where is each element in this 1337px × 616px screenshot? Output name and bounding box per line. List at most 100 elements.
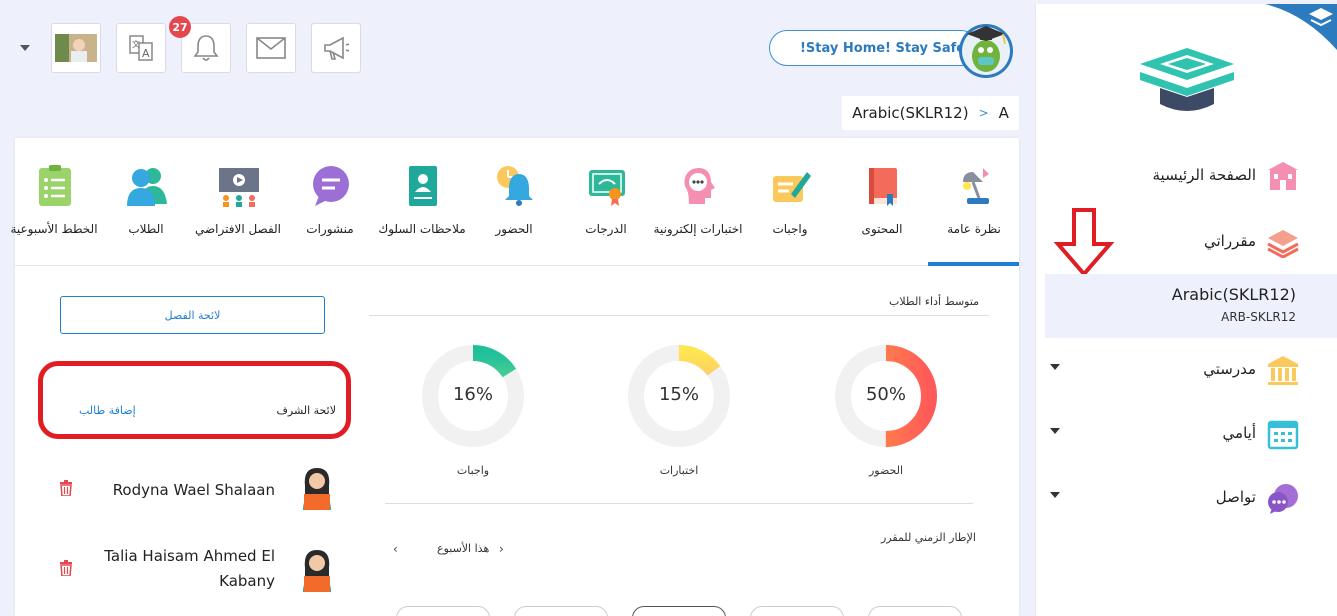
expand-caret-icon[interactable]: [1050, 428, 1060, 434]
mascot-avatar-icon[interactable]: [953, 20, 1015, 80]
sidebar-item-label: أيامي: [1222, 424, 1256, 442]
envelope-icon: [256, 37, 286, 59]
expand-caret-icon[interactable]: [1050, 364, 1060, 370]
announcements-button[interactable]: [311, 23, 361, 73]
school-icon: [1268, 356, 1298, 385]
student-row: Talia Haisam Ahmed El Kabany: [45, 526, 345, 596]
corner-logo-tag-icon: [1265, 4, 1337, 50]
translate-icon: A 文: [129, 35, 153, 61]
tab-behavior-notes[interactable]: ملاحظات السلوك: [376, 160, 468, 260]
attendance-donut: 50%: [834, 344, 938, 448]
class-list-button[interactable]: لائحة الفصل: [60, 296, 325, 334]
student-name[interactable]: Rodyna Wael Shalaan: [75, 478, 275, 503]
sidebar-item-label: مقرراتي: [1204, 232, 1256, 250]
tab-grades[interactable]: الدرجات: [560, 160, 652, 260]
expand-caret-icon[interactable]: [1050, 492, 1060, 498]
breadcrumb: Arabic(SKLR12) > A: [842, 96, 1019, 130]
course-name: Arabic(SKLR12): [1171, 285, 1296, 304]
tab-attendance[interactable]: الحضور: [468, 160, 560, 260]
behavior-notes-icon: [409, 166, 437, 206]
week-navigator: ‹ هذا الأسبوع ›: [393, 542, 513, 558]
timeline-pill[interactable]: [514, 606, 608, 616]
timeline-pill[interactable]: [868, 606, 962, 616]
timeline-pill-active[interactable]: [632, 606, 726, 616]
homework-donut: 16%: [421, 344, 525, 448]
profile-menu-caret-icon[interactable]: [20, 45, 30, 51]
quizzes-donut: 15%: [627, 344, 731, 448]
timeline-pill[interactable]: [396, 606, 490, 616]
sidebar-item-label: الصفحة الرئيسية: [1152, 166, 1257, 184]
metric-value: 16%: [452, 384, 493, 405]
sidebar-item-home[interactable]: الصفحة الرئيسية: [1036, 156, 1337, 196]
student-avatar-icon: [303, 550, 331, 592]
tab-weekly-plans[interactable]: الخطط الأسبوعية: [8, 160, 100, 260]
sidebar-course-arabic[interactable]: Arabic(SKLR12) ARB-SKLR12: [1045, 274, 1337, 338]
prev-week-chevron-icon[interactable]: ‹: [393, 542, 398, 556]
tab-quizzes[interactable]: اختبارات إلكترونية: [652, 160, 744, 260]
course-code: ARB-SKLR12: [1221, 310, 1296, 324]
delete-trash-icon[interactable]: [59, 560, 73, 576]
student-row: Rodyna Wael Shalaan: [45, 458, 345, 518]
certificate-icon: [589, 170, 625, 206]
breadcrumb-separator: >: [978, 106, 989, 120]
weekly-plan-icon: [39, 165, 71, 206]
brand-logo-icon[interactable]: [1132, 44, 1242, 116]
performance-divider: [369, 315, 989, 316]
tab-homework[interactable]: واجبات: [744, 160, 836, 260]
honor-list-box: إضافة طالب لائحة الشرف: [38, 361, 351, 439]
active-tab-indicator: [928, 262, 1019, 266]
stay-home-banner[interactable]: !Stay Home! Stay Safe: [769, 30, 979, 66]
messages-button[interactable]: [246, 23, 296, 73]
sidebar-item-my-school[interactable]: مدرستي: [1036, 350, 1337, 390]
quiz-head-icon: [684, 168, 715, 204]
attendance-bell-icon: [497, 166, 533, 206]
sidebar-item-my-days[interactable]: أيامي: [1036, 414, 1337, 454]
breadcrumb-section[interactable]: A: [999, 104, 1009, 122]
week-label: هذا الأسبوع: [437, 542, 490, 555]
chat-bubble-icon: [1268, 484, 1298, 514]
tab-label: الخطط الأسبوعية: [10, 222, 98, 236]
metric-label: واجبات: [456, 464, 490, 477]
metric-label: اختبارات: [659, 464, 699, 477]
tab-virtual-class[interactable]: الفصل الافتراضي: [192, 160, 284, 260]
course-tabs: نظرة عامة المحتوى واجبات اختبارات إلكترو…: [10, 138, 1020, 266]
tab-overview[interactable]: نظرة عامة: [928, 160, 1020, 260]
tab-posts[interactable]: منشورات: [284, 160, 376, 260]
section-divider: [385, 503, 973, 504]
lamp-overview-icon: [963, 168, 989, 204]
tab-students[interactable]: الطلاب: [100, 160, 192, 260]
book-content-icon: [869, 168, 897, 206]
language-button[interactable]: A 文: [116, 23, 166, 73]
sidebar-item-label: مدرستي: [1203, 360, 1256, 378]
sidebar: الصفحة الرئيسية مقرراتي Arabic(SKLR12) A…: [1035, 4, 1337, 616]
student-avatar-icon: [303, 468, 331, 510]
timeline-pill[interactable]: [750, 606, 844, 616]
posts-chat-icon: [313, 166, 349, 206]
next-week-chevron-icon[interactable]: ›: [499, 542, 504, 556]
students-icon: [127, 168, 167, 206]
svg-text:文: 文: [132, 39, 140, 49]
course-main-card: نظرة عامة المحتوى واجبات اختبارات إلكترو…: [10, 138, 1020, 616]
home-building-icon: [1268, 162, 1298, 190]
delete-trash-icon[interactable]: [59, 480, 73, 496]
honor-list-label[interactable]: لائحة الشرف: [276, 404, 336, 417]
performance-title: متوسط أداء الطلاب: [889, 295, 980, 308]
user-photo-icon: [55, 34, 97, 62]
virtual-class-icon: [219, 168, 259, 207]
sidebar-item-communicate[interactable]: تواصل: [1036, 478, 1337, 518]
notification-count-badge: 27: [169, 16, 191, 38]
metric-label: الحضور: [868, 464, 904, 477]
user-photo-button[interactable]: [51, 23, 101, 73]
homework-pen-icon: [773, 172, 811, 202]
svg-text:A: A: [142, 47, 150, 60]
timeline-title: الإطار الزمني للمقرر: [881, 531, 976, 544]
metric-value: 15%: [658, 384, 699, 405]
tab-content[interactable]: المحتوى: [836, 160, 928, 260]
books-icon: [1267, 230, 1299, 258]
bell-icon: [193, 35, 219, 61]
student-name[interactable]: Talia Haisam Ahmed El Kabany: [75, 544, 275, 594]
calendar-icon: [1267, 420, 1299, 450]
breadcrumb-course[interactable]: Arabic(SKLR12): [852, 104, 968, 122]
red-arrow-down-icon: [1054, 208, 1114, 276]
add-student-link[interactable]: إضافة طالب: [79, 404, 136, 417]
